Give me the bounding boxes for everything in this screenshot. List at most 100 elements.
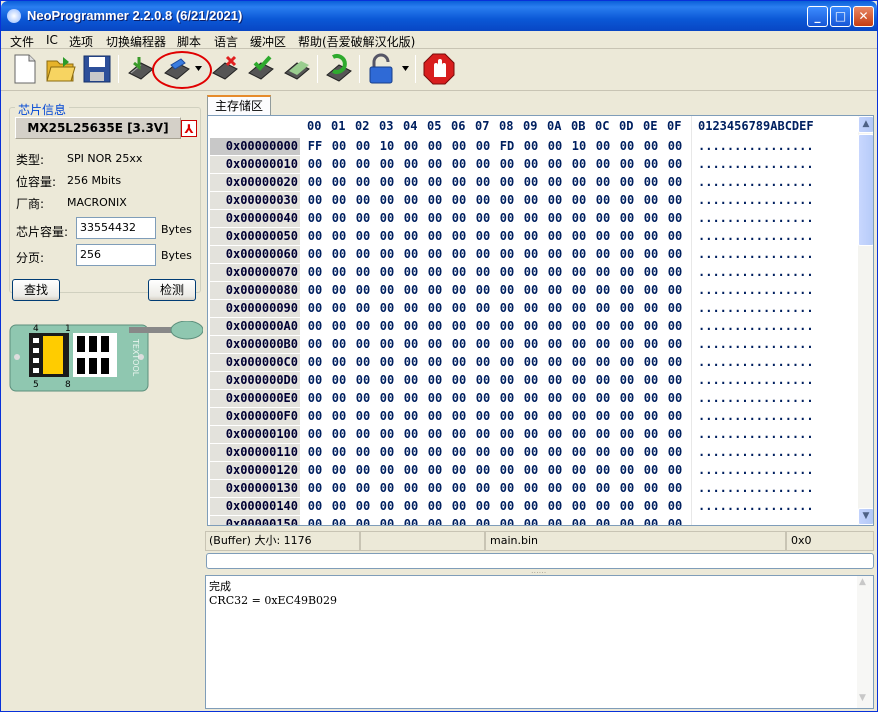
hex-byte-cell[interactable]: 00 — [665, 408, 685, 425]
hex-byte-cell[interactable]: 00 — [665, 390, 685, 407]
hex-byte-cell[interactable]: 00 — [377, 444, 397, 461]
verify-chip-icon[interactable] — [245, 53, 277, 85]
hex-byte-cell[interactable]: 00 — [545, 444, 565, 461]
hex-byte-cell[interactable]: 00 — [497, 408, 517, 425]
hex-byte-cell[interactable]: 00 — [569, 462, 589, 479]
hex-byte-cell[interactable]: 00 — [353, 300, 373, 317]
hex-row-ascii[interactable]: ................ — [698, 336, 814, 353]
hex-byte-cell[interactable]: 00 — [521, 336, 541, 353]
tab-main-memory[interactable]: 主存储区 — [207, 95, 271, 116]
hex-byte-cell[interactable]: 00 — [593, 228, 613, 245]
hex-byte-cell[interactable]: 00 — [545, 264, 565, 281]
hex-byte-cell[interactable]: 00 — [329, 264, 349, 281]
hex-byte-cell[interactable]: 00 — [497, 228, 517, 245]
hex-byte-cell[interactable]: 00 — [473, 516, 493, 525]
splitter-grip[interactable]: ...... — [531, 567, 551, 575]
hex-byte-cell[interactable]: 00 — [569, 390, 589, 407]
hex-byte-cell[interactable]: 00 — [353, 282, 373, 299]
hex-byte-cell[interactable]: 00 — [521, 138, 541, 155]
hex-byte-cell[interactable]: 00 — [329, 192, 349, 209]
hex-byte-cell[interactable]: 00 — [521, 228, 541, 245]
hex-byte-cell[interactable]: 00 — [497, 264, 517, 281]
hex-byte-cell[interactable]: 00 — [617, 372, 637, 389]
hex-byte-cell[interactable]: 00 — [617, 444, 637, 461]
hex-byte-cell[interactable]: 00 — [305, 354, 325, 371]
hex-byte-cell[interactable]: 00 — [497, 498, 517, 515]
hex-byte-cell[interactable]: 00 — [617, 300, 637, 317]
hex-byte-cell[interactable]: 00 — [545, 228, 565, 245]
hex-row-ascii[interactable]: ................ — [698, 372, 814, 389]
hex-byte-cell[interactable]: 00 — [329, 390, 349, 407]
hex-byte-cell[interactable]: 00 — [521, 408, 541, 425]
hex-byte-cell[interactable]: 00 — [425, 498, 445, 515]
hex-row-ascii[interactable]: ................ — [698, 318, 814, 335]
hex-byte-cell[interactable]: 00 — [545, 156, 565, 173]
hex-byte-cell[interactable]: 00 — [377, 372, 397, 389]
hex-byte-cell[interactable]: 00 — [353, 516, 373, 525]
hex-byte-cell[interactable]: 00 — [449, 282, 469, 299]
hex-byte-cell[interactable]: 00 — [665, 516, 685, 525]
hex-byte-cell[interactable]: 00 — [593, 282, 613, 299]
hex-byte-cell[interactable]: 00 — [641, 336, 661, 353]
hex-byte-cell[interactable]: 00 — [353, 480, 373, 497]
hex-byte-cell[interactable]: 00 — [521, 516, 541, 525]
hex-byte-cell[interactable]: 00 — [305, 264, 325, 281]
hex-byte-cell[interactable]: 00 — [401, 498, 421, 515]
hex-byte-cell[interactable]: 00 — [377, 318, 397, 335]
hex-byte-cell[interactable]: 00 — [617, 516, 637, 525]
hex-byte-cell[interactable]: 00 — [425, 246, 445, 263]
hex-byte-cell[interactable]: 00 — [401, 462, 421, 479]
hex-byte-cell[interactable]: 00 — [473, 174, 493, 191]
hex-byte-cell[interactable]: 00 — [569, 282, 589, 299]
hex-row-ascii[interactable]: ................ — [698, 426, 814, 443]
page-field[interactable]: 256 — [76, 244, 156, 266]
hex-byte-cell[interactable]: 00 — [521, 354, 541, 371]
hex-byte-cell[interactable]: 00 — [665, 498, 685, 515]
hex-byte-cell[interactable]: 00 — [569, 516, 589, 525]
hex-byte-cell[interactable]: 00 — [545, 318, 565, 335]
hex-byte-cell[interactable]: 00 — [473, 318, 493, 335]
hex-byte-cell[interactable]: 00 — [329, 228, 349, 245]
hex-byte-cell[interactable]: 00 — [545, 462, 565, 479]
hex-byte-cell[interactable]: 00 — [449, 426, 469, 443]
hex-byte-cell[interactable]: 00 — [353, 246, 373, 263]
hex-byte-cell[interactable]: 00 — [665, 228, 685, 245]
hex-byte-cell[interactable]: 00 — [329, 354, 349, 371]
hex-byte-cell[interactable]: 00 — [329, 444, 349, 461]
hex-byte-cell[interactable]: 00 — [617, 318, 637, 335]
hex-byte-cell[interactable]: 00 — [497, 246, 517, 263]
hex-byte-cell[interactable]: 00 — [305, 282, 325, 299]
hex-byte-cell[interactable]: 00 — [473, 354, 493, 371]
hex-byte-cell[interactable]: 00 — [473, 408, 493, 425]
hex-byte-cell[interactable]: 00 — [521, 264, 541, 281]
hex-byte-cell[interactable]: 00 — [353, 210, 373, 227]
hex-byte-cell[interactable]: 00 — [521, 480, 541, 497]
hex-byte-cell[interactable]: FD — [497, 138, 517, 155]
hex-byte-cell[interactable]: 00 — [641, 390, 661, 407]
hex-byte-cell[interactable]: 00 — [449, 444, 469, 461]
hex-byte-cell[interactable]: 00 — [377, 210, 397, 227]
hex-byte-cell[interactable]: 00 — [425, 174, 445, 191]
hex-byte-cell[interactable]: 00 — [593, 246, 613, 263]
open-folder-icon[interactable] — [45, 53, 77, 85]
hex-byte-cell[interactable]: 00 — [569, 426, 589, 443]
hex-row-ascii[interactable]: ................ — [698, 210, 814, 227]
hex-row-ascii[interactable]: ................ — [698, 138, 814, 155]
blank-check-icon[interactable] — [281, 53, 313, 85]
hex-byte-cell[interactable]: 00 — [425, 444, 445, 461]
hex-byte-cell[interactable]: 00 — [449, 408, 469, 425]
hex-byte-cell[interactable]: 00 — [497, 390, 517, 407]
hex-byte-cell[interactable]: 00 — [305, 318, 325, 335]
hex-byte-cell[interactable]: 00 — [377, 336, 397, 353]
hex-byte-cell[interactable]: 00 — [593, 390, 613, 407]
hex-byte-cell[interactable]: 00 — [641, 318, 661, 335]
hex-byte-cell[interactable]: 00 — [449, 462, 469, 479]
hex-byte-cell[interactable]: 00 — [305, 192, 325, 209]
hex-byte-cell[interactable]: 00 — [617, 408, 637, 425]
hex-byte-cell[interactable]: 00 — [665, 246, 685, 263]
hex-byte-cell[interactable]: 00 — [593, 192, 613, 209]
hex-byte-cell[interactable]: 00 — [449, 264, 469, 281]
hex-byte-cell[interactable]: 00 — [593, 354, 613, 371]
hex-byte-cell[interactable]: 00 — [545, 408, 565, 425]
hex-row-ascii[interactable]: ................ — [698, 408, 814, 425]
